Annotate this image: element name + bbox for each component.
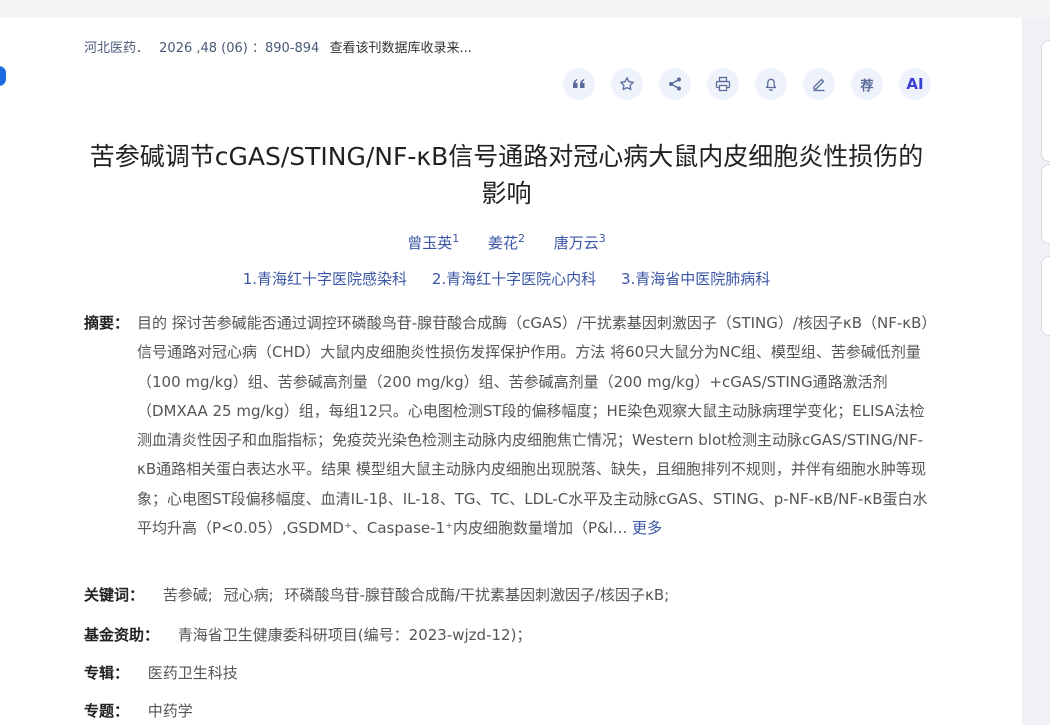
abstract-text: 目的 探讨苦参碱能否通过调控环磷酸鸟苷-腺苷酸合成酶（cGAS）/干扰素基因刺激… [137,314,929,538]
organization-list: 1.青海红十字医院感染科 2.青海红十字医院心内科 3.青海省中医院肺病科 [84,268,929,289]
quote-icon[interactable] [563,68,595,100]
fund-row: 基金资助： 青海省卫生健康委科研项目(编号：2023-wjzd-12)； [84,624,531,645]
keywords-label: 关键词： [84,586,145,604]
topic-value: 中药学 [147,702,193,720]
ai-icon[interactable]: AI [899,68,931,100]
organization-link[interactable]: 3.青海省中医院肺病科 [621,270,770,288]
author-link[interactable]: 曾玉英1 [407,232,459,252]
top-strip [0,0,1050,18]
issue-info: 2026 ,48 (06) ：890-894 [159,41,320,56]
source-line: 河北医药． 2026 ,48 (06) ：890-894 查看该刊数据库收录来.… [84,37,478,56]
series-label: 专辑： [84,664,130,682]
article-toolbar: 荐 AI [563,68,931,100]
print-icon[interactable] [707,68,739,100]
keywords-row: 关键词： 苦参碱; 冠心病; 环磷酸鸟苷-腺苷酸合成酶/干扰素基因刺激因子/核因… [84,584,675,605]
keyword-link[interactable]: 苦参碱; [163,586,213,604]
abstract-more-link[interactable]: 更多 [632,519,662,537]
topic-row: 专题： 中药学 [84,700,193,721]
organization-link[interactable]: 2.青海红十字医院心内科 [432,270,596,288]
edit-icon[interactable] [803,68,835,100]
right-rail-card[interactable] [1041,40,1050,162]
share-icon[interactable] [659,68,691,100]
keyword-link[interactable]: 环磷酸鸟苷-腺苷酸合成酶/干扰素基因刺激因子/核因子κB; [284,586,669,604]
topic-label: 专题： [84,702,130,720]
abstract-section: 摘要： 目的 探讨苦参碱能否通过调控环磷酸鸟苷-腺苷酸合成酶（cGAS）/干扰素… [84,309,929,543]
article-title: 苦参碱调节cGAS/STING/NF-κB信号通路对冠心病大鼠内皮细胞炎性损伤的… [89,142,924,208]
series-value: 医药卫生科技 [147,664,238,682]
organization-link[interactable]: 1.青海红十字医院感染科 [243,270,407,288]
keyword-link[interactable]: 冠心病; [224,586,274,604]
abstract-label: 摘要： [84,314,130,332]
recommend-icon[interactable]: 荐 [851,68,883,100]
star-icon[interactable] [611,68,643,100]
author-link[interactable]: 姜花2 [488,232,525,252]
right-rail-card[interactable] [1041,256,1050,336]
series-row: 专辑： 医药卫生科技 [84,662,238,683]
fund-label: 基金资助： [84,626,160,644]
right-rail-card[interactable] [1041,164,1050,244]
author-link[interactable]: 唐万云3 [554,232,606,252]
journal-link[interactable]: 河北医药． [84,41,149,56]
bell-icon[interactable] [755,68,787,100]
fund-value[interactable]: 青海省卫生健康委科研项目(编号：2023-wjzd-12)； [178,626,532,644]
author-list: 曾玉英1 姜花2 唐万云3 [84,232,929,253]
database-link[interactable]: 查看该刊数据库收录来... [329,41,471,56]
